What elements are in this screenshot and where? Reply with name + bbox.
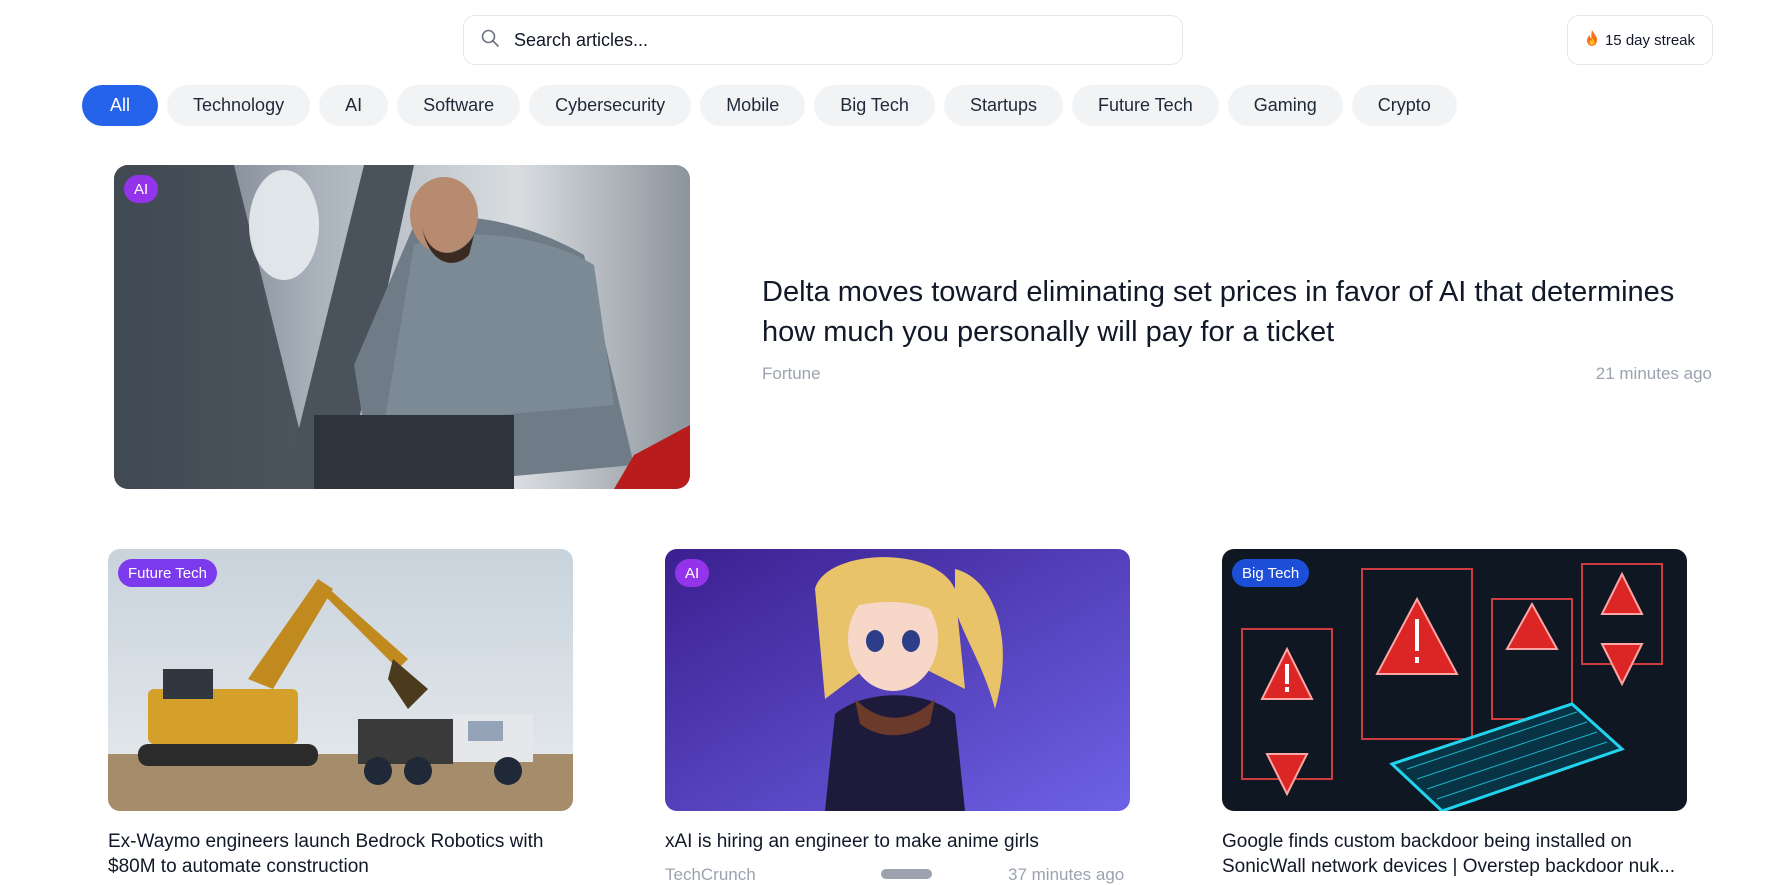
article-card-title[interactable]: xAI is hiring an engineer to make anime … (665, 829, 1135, 854)
article-card-image[interactable]: Future Tech (108, 549, 573, 811)
category-pill-technology[interactable]: Technology (167, 85, 311, 126)
article-category-badge: AI (675, 559, 710, 587)
article-category-badge: Big Tech (1232, 559, 1310, 587)
category-filter-bar: All Technology AI Software Cybersecurity… (82, 85, 1457, 126)
search-icon (480, 28, 500, 53)
article-card-title[interactable]: Ex-Waymo engineers launch Bedrock Roboti… (108, 829, 578, 879)
category-pill-crypto[interactable]: Crypto (1351, 85, 1457, 126)
article-category-badge: Future Tech (118, 559, 217, 587)
category-pill-big-tech[interactable]: Big Tech (814, 85, 935, 126)
category-pill-ai[interactable]: AI (319, 85, 389, 126)
featured-article-source: Fortune (762, 364, 821, 383)
scroll-handle[interactable] (881, 869, 932, 879)
article-card-source: TechCrunch (665, 865, 756, 884)
category-pill-mobile[interactable]: Mobile (700, 85, 806, 126)
streak-label: 15 day streak (1604, 31, 1696, 49)
category-pill-all[interactable]: All (82, 85, 159, 126)
category-pill-future-tech[interactable]: Future Tech (1071, 85, 1219, 126)
article-card-time: 37 minutes ago (1008, 865, 1125, 884)
article-card-image[interactable]: Big Tech (1222, 549, 1687, 811)
search-input[interactable] (514, 29, 1154, 51)
category-pill-startups[interactable]: Startups (943, 85, 1063, 126)
category-pill-software[interactable]: Software (397, 85, 521, 126)
streak-badge[interactable]: 15 day streak (1567, 15, 1713, 65)
flame-icon (1585, 29, 1599, 51)
article-card-image[interactable]: AI (665, 549, 1130, 811)
article-card-title[interactable]: Google finds custom backdoor being insta… (1222, 829, 1692, 879)
featured-article-title[interactable]: Delta moves toward eliminating set price… (762, 272, 1722, 352)
featured-category-badge: AI (124, 175, 159, 203)
featured-article-image[interactable]: AI (114, 165, 690, 489)
featured-article-time: 21 minutes ago (1595, 364, 1712, 383)
search-bar[interactable] (463, 15, 1183, 65)
category-pill-gaming[interactable]: Gaming (1227, 85, 1343, 126)
category-pill-cybersecurity[interactable]: Cybersecurity (529, 85, 692, 126)
